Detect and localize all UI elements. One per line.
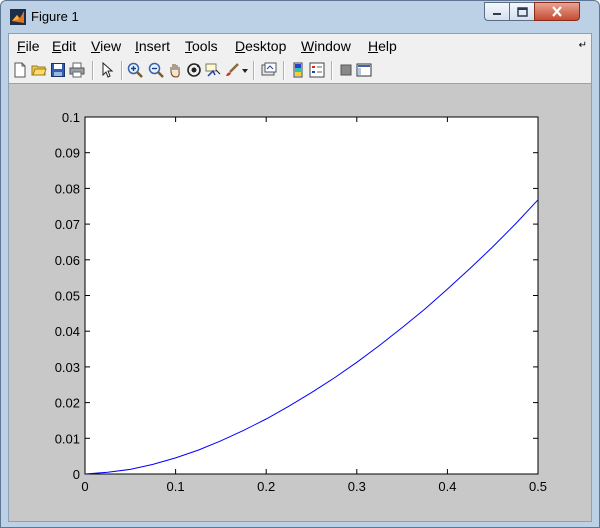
menu-view[interactable]: View: [91, 38, 121, 54]
y-tick-label: 0.04: [55, 324, 80, 339]
line-plot[interactable]: 0 0.1 0.2 0.3 0.4 0.5 0 0.01 0.02 0.03 0.04 0.05 0.0…: [9, 84, 591, 521]
x-tick-label: 0.5: [529, 479, 547, 494]
y-tick-label: 0.07: [55, 217, 80, 232]
y-tick-label: 0.1: [62, 110, 80, 125]
y-tick-label: 0.03: [55, 360, 80, 375]
close-icon: [552, 6, 562, 17]
rotate-3d-icon[interactable]: [186, 62, 202, 78]
print-icon[interactable]: [69, 62, 85, 78]
menu-help-accelerator: H: [368, 38, 379, 54]
minimize-button[interactable]: [484, 2, 510, 21]
x-tick-label: 0.4: [438, 479, 456, 494]
toolbar-separator: [331, 61, 333, 80]
close-button[interactable]: [534, 2, 580, 21]
x-tick-label: 0.1: [167, 479, 185, 494]
menu-help-label: elp: [378, 38, 397, 54]
y-tick-label: 0.05: [55, 289, 80, 304]
y-tick-label: 0.08: [55, 181, 80, 196]
menu-desktop-accelerator: D: [235, 38, 246, 54]
menu-window-label: indow: [314, 38, 351, 54]
zoom-in-icon[interactable]: [127, 62, 143, 78]
menu-view-accelerator: V: [91, 38, 101, 54]
toolbar-separator: [253, 61, 255, 80]
y-tick-label: 0.09: [55, 146, 80, 161]
title-bar[interactable]: Figure 1: [1, 1, 599, 33]
pan-hand-icon[interactable]: [167, 62, 183, 78]
menu-edit-label: dit: [61, 38, 77, 54]
save-icon[interactable]: [50, 62, 66, 78]
figure-client-area: File Edit View Insert Tools Desktop Wind…: [8, 33, 592, 522]
edit-plot-arrow-icon[interactable]: [99, 62, 115, 78]
matlab-app-icon: [10, 9, 26, 25]
figure-toolbar: [9, 58, 591, 84]
window-title: Figure 1: [31, 9, 79, 24]
toolbar-separator: [92, 61, 94, 80]
insert-legend-icon[interactable]: [309, 62, 325, 78]
brush-icon[interactable]: [224, 62, 240, 78]
menu-file[interactable]: File: [17, 38, 40, 54]
menu-dock-arrow-icon[interactable]: ↵: [579, 40, 587, 51]
menu-tools-label: ools: [192, 38, 218, 54]
toolbar-separator: [121, 61, 123, 80]
menu-bar: File Edit View Insert Tools Desktop Wind…: [9, 34, 591, 58]
toolbar-separator: [283, 61, 285, 80]
x-tick-label: 0.2: [257, 479, 275, 494]
y-tick-label: 0.02: [55, 396, 80, 411]
y-tick-label: 0.06: [55, 253, 80, 268]
y-tick-label: 0.01: [55, 431, 80, 446]
data-cursor-icon[interactable]: [205, 62, 221, 78]
menu-edit[interactable]: Edit: [52, 38, 76, 54]
minimize-icon: [493, 12, 501, 15]
brush-dropdown-arrow-icon[interactable]: [242, 69, 248, 73]
hide-plot-tools-icon[interactable]: [338, 62, 354, 78]
maximize-icon: [516, 6, 528, 17]
menu-edit-accelerator: E: [52, 38, 62, 54]
menu-window-accelerator: W: [301, 38, 315, 54]
y-tick-label: 0: [73, 467, 80, 482]
link-plot-icon[interactable]: [261, 62, 277, 78]
menu-file-label: ile: [25, 38, 40, 54]
menu-insert[interactable]: Insert: [135, 38, 170, 54]
show-plot-tools-icon[interactable]: [356, 62, 372, 78]
menu-desktop[interactable]: Desktop: [235, 38, 286, 54]
menu-view-label: iew: [100, 38, 122, 54]
figure-window: Figure 1 File Edit View Insert Tools Des…: [0, 0, 600, 528]
menu-desktop-label: esktop: [245, 38, 287, 54]
menu-window[interactable]: Window: [301, 38, 351, 54]
figure-canvas-area: 0 0.1 0.2 0.3 0.4 0.5 0 0.01 0.02 0.03 0.04 0.05 0.0…: [9, 84, 591, 521]
menu-insert-label: nsert: [138, 38, 171, 54]
x-tick-label: 0: [81, 479, 88, 494]
menu-tools[interactable]: Tools: [185, 38, 218, 54]
menu-file-accelerator: F: [17, 38, 26, 54]
maximize-button[interactable]: [509, 2, 535, 21]
open-file-icon[interactable]: [31, 62, 47, 78]
new-figure-icon[interactable]: [12, 62, 28, 78]
zoom-out-icon[interactable]: [148, 62, 164, 78]
axes-box: [84, 116, 539, 475]
menu-tools-accelerator: T: [185, 38, 192, 54]
menu-help[interactable]: Help: [368, 38, 397, 54]
x-tick-label: 0.3: [348, 479, 366, 494]
insert-colorbar-icon[interactable]: [290, 62, 306, 78]
